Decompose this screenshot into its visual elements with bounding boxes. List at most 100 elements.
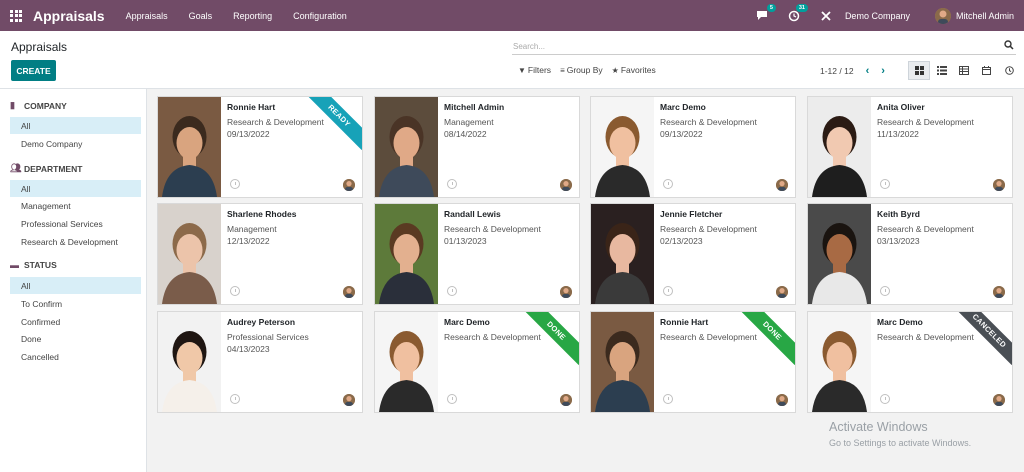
list-icon <box>936 66 947 75</box>
company-section-header: ▮ COMPANY <box>10 100 67 111</box>
activity-view-button[interactable] <box>998 61 1020 80</box>
activity-clock-icon[interactable] <box>230 286 240 296</box>
table-icon <box>959 66 969 75</box>
menu-goals[interactable]: Goals <box>189 11 213 21</box>
employee-photo <box>375 312 438 412</box>
kanban-view-button[interactable] <box>908 61 930 80</box>
appraisal-card[interactable]: Anita Oliver Research & Development 11/13/… <box>807 96 1013 198</box>
pager-value[interactable]: 1-12 / 12 <box>820 66 854 76</box>
create-button[interactable]: CREATE <box>11 60 56 81</box>
department-item-professional-services[interactable]: Professional Services <box>10 215 141 232</box>
employee-name: Marc Demo <box>660 102 706 112</box>
activity-clock-icon[interactable] <box>663 286 673 296</box>
appraisal-card[interactable]: Jennie Fletcher Research & Development 02/… <box>590 203 796 305</box>
activity-clock-icon[interactable] <box>230 179 240 189</box>
user-avatar[interactable] <box>934 7 951 24</box>
manager-avatar <box>560 394 572 406</box>
appraisal-card[interactable]: Audrey Peterson Professional Services 04/1… <box>157 311 363 413</box>
company-item-demo-company[interactable]: Demo Company <box>10 135 141 152</box>
company-switcher[interactable]: Demo Company <box>845 11 910 21</box>
app-brand[interactable]: Appraisals <box>33 8 105 24</box>
menu-reporting[interactable]: Reporting <box>233 11 272 21</box>
employee-photo <box>808 204 871 304</box>
activities-badge: 31 <box>795 3 808 12</box>
messages-badge: 5 <box>766 3 776 12</box>
activity-clock-icon[interactable] <box>880 394 890 404</box>
apps-menu-icon[interactable] <box>10 9 22 22</box>
status-section-title: STATUS <box>24 260 57 270</box>
pivot-view-button[interactable] <box>953 61 975 80</box>
activity-clock-icon[interactable] <box>447 394 457 404</box>
department-item-research-development[interactable]: Research & Development <box>10 233 141 250</box>
filters-button[interactable]: ▼ Filters <box>518 65 551 75</box>
activity-clock-icon[interactable] <box>880 179 890 189</box>
activity-clock-icon[interactable] <box>447 286 457 296</box>
status-item-confirmed[interactable]: Confirmed <box>10 313 141 330</box>
employee-photo <box>591 97 654 197</box>
pager-next-icon[interactable]: › <box>881 65 885 77</box>
activity-clock-icon[interactable] <box>663 394 673 404</box>
employee-photo <box>591 312 654 412</box>
status-item-done[interactable]: Done <box>10 330 141 347</box>
employee-department: Management <box>227 224 277 234</box>
status-item-cancelled[interactable]: Cancelled <box>10 348 141 365</box>
messages-icon[interactable]: 5 <box>755 3 776 23</box>
appraisal-card[interactable]: Randall Lewis Research & Development 01/13… <box>374 203 580 305</box>
department-item-management[interactable]: Management <box>10 197 141 214</box>
employee-department: Management <box>444 117 494 127</box>
activity-clock-icon[interactable] <box>230 394 240 404</box>
appraisal-card[interactable]: Ronnie Hart Research & Development DONE <box>590 311 796 413</box>
activity-clock-icon[interactable] <box>880 286 890 296</box>
appraisal-card[interactable]: Ronnie Hart Research & Development 09/13/2… <box>157 96 363 198</box>
appraisal-card[interactable]: Marc Demo Research & Development DONE <box>374 311 580 413</box>
search-input[interactable] <box>513 39 993 53</box>
search-icon[interactable] <box>1004 40 1014 50</box>
groupby-label: Group By <box>566 65 603 75</box>
favorites-label: Favorites <box>620 65 656 75</box>
appraisal-card[interactable]: Mitchell Admin Management 08/14/2022 <box>374 96 580 198</box>
pager: 1-12 / 12 ‹ › <box>820 65 885 77</box>
employee-department: Research & Development <box>444 224 541 234</box>
appraisal-date: 09/13/2022 <box>660 129 703 139</box>
appraisal-card[interactable]: Sharlene Rhodes Management 12/13/2022 <box>157 203 363 305</box>
calendar-view-button[interactable] <box>976 61 998 80</box>
employee-department: Research & Development <box>660 224 757 234</box>
groupby-button[interactable]: ≡ Group By <box>560 65 603 75</box>
employee-name: Marc Demo <box>877 317 923 327</box>
menu-appraisals[interactable]: Appraisals <box>126 11 168 21</box>
employee-photo <box>375 97 438 197</box>
top-navbar: Appraisals Appraisals Goals Reporting Co… <box>0 0 1024 31</box>
user-menu[interactable]: Mitchell Admin <box>956 11 1014 21</box>
appraisal-card[interactable]: Marc Demo Research & Development CANCELED <box>807 311 1013 413</box>
favorites-button[interactable]: ★ Favorites <box>612 65 656 75</box>
clock-icon <box>1004 66 1014 75</box>
activities-icon[interactable]: 31 <box>787 3 808 23</box>
appraisal-date: 12/13/2022 <box>227 236 270 246</box>
debug-tools-icon[interactable] <box>819 9 833 23</box>
department-section-header: 👥︎ DEPARTMENT <box>10 163 82 174</box>
department-item-all[interactable]: All <box>10 180 141 197</box>
status-item-to-confirm[interactable]: To Confirm <box>10 295 141 312</box>
appraisal-date: 03/13/2023 <box>877 236 920 246</box>
employee-department: Professional Services <box>227 332 309 342</box>
manager-avatar <box>560 286 572 298</box>
users-icon: 👥︎ <box>10 163 22 173</box>
activity-clock-icon[interactable] <box>447 179 457 189</box>
department-section-title: DEPARTMENT <box>24 163 83 174</box>
manager-avatar <box>343 286 355 298</box>
appraisal-date: 01/13/2023 <box>444 236 487 246</box>
watermark-subtitle: Go to Settings to activate Windows. <box>829 438 972 448</box>
appraisal-card[interactable]: Keith Byrd Research & Development 03/13/20… <box>807 203 1013 305</box>
activity-clock-icon[interactable] <box>663 179 673 189</box>
employee-department: Research & Development <box>660 332 757 342</box>
appraisal-date: 09/13/2022 <box>227 129 270 139</box>
list-view-button[interactable] <box>931 61 953 80</box>
pager-previous-icon[interactable]: ‹ <box>866 65 870 77</box>
employee-photo <box>158 97 221 197</box>
company-item-all[interactable]: All <box>10 117 141 134</box>
employee-name: Keith Byrd <box>877 209 920 219</box>
status-item-all[interactable]: All <box>10 277 141 294</box>
appraisal-card[interactable]: Marc Demo Research & Development 09/13/202… <box>590 96 796 198</box>
menu-configuration[interactable]: Configuration <box>293 11 347 21</box>
calendar-icon <box>982 66 991 75</box>
